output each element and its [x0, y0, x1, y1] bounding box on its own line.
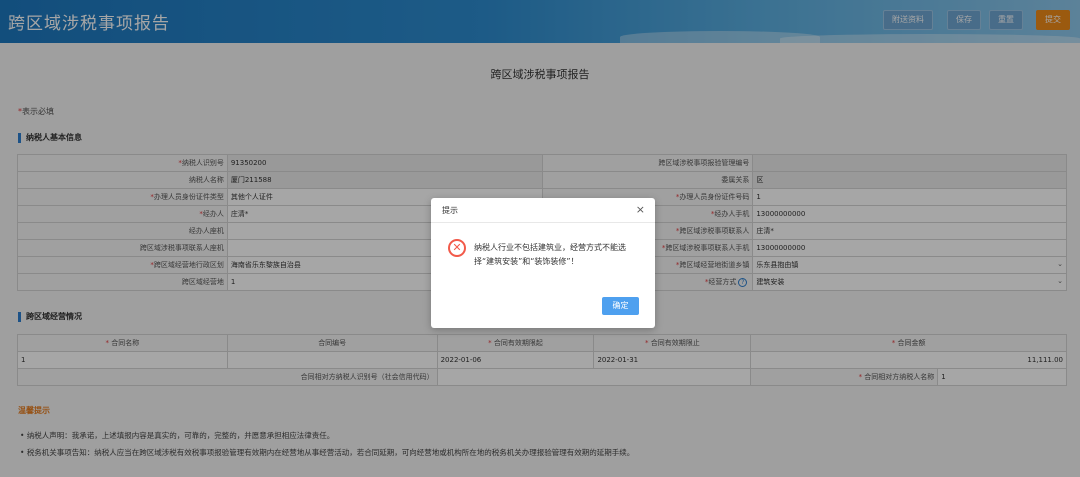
error-icon: ✕: [448, 239, 466, 257]
dialog-title: 提示: [442, 206, 458, 215]
confirm-button[interactable]: 确定: [602, 297, 639, 315]
close-icon[interactable]: ×: [636, 203, 645, 216]
dialog-divider: [431, 222, 655, 223]
dialog-message: 纳税人行业不包括建筑业，经营方式不能选择“建筑安装”和“装饰装修”！: [474, 243, 626, 266]
alert-dialog: 提示 × ✕ 纳税人行业不包括建筑业，经营方式不能选择“建筑安装”和“装饰装修”…: [431, 198, 655, 328]
